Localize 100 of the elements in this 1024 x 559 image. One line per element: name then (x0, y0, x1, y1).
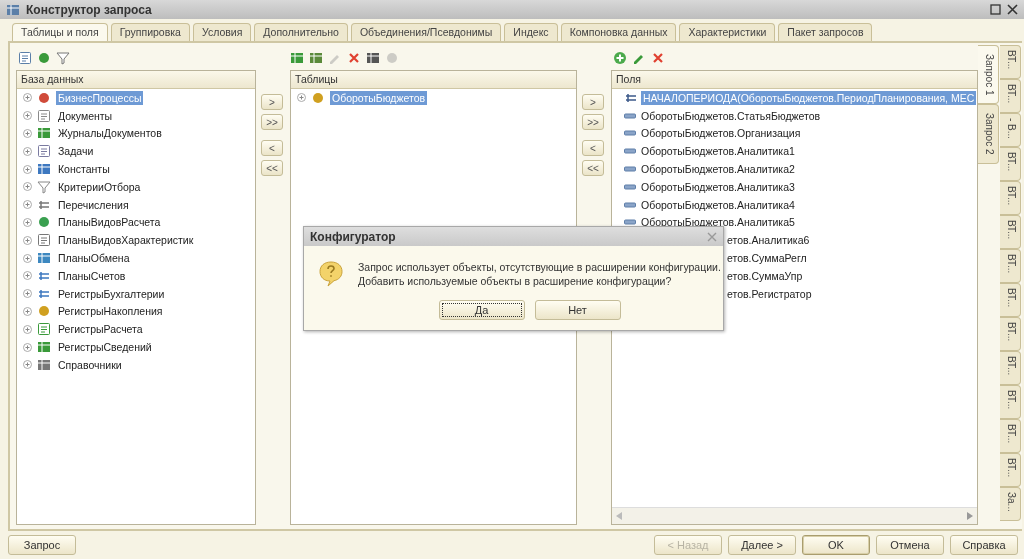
attribute-icon (624, 112, 636, 119)
move-button[interactable]: >> (261, 114, 283, 130)
field-item[interactable]: етов.СуммаРегл (725, 251, 809, 266)
attribute-icon (624, 130, 636, 137)
attribute-icon (624, 166, 636, 173)
field-item[interactable]: ОборотыБюджетов.Аналитика5 (639, 215, 797, 230)
field-item[interactable]: етов.Аналитика6 (725, 233, 812, 248)
tree-item[interactable]: КритерииОтбора (56, 179, 143, 194)
temp-table-tab[interactable]: ВТ... (1000, 79, 1021, 113)
field-item[interactable]: ОборотыБюджетов.Аналитика3 (639, 179, 797, 194)
temp-table-tab[interactable]: ВТ... (1000, 45, 1021, 79)
window-icon (6, 2, 20, 17)
expand-icon[interactable] (297, 93, 306, 103)
add-table-icon (290, 51, 304, 65)
move-button[interactable]: << (261, 160, 283, 176)
tree-item[interactable]: Документы (56, 108, 115, 123)
move-button[interactable]: >> (582, 114, 604, 130)
expand-icon[interactable] (23, 271, 32, 281)
field-item[interactable]: ОборотыБюджетов.Аналитика2 (639, 162, 797, 177)
field-item[interactable]: ОборотыБюджетов.Аналитика4 (639, 197, 797, 212)
expand-icon[interactable] (23, 253, 32, 263)
expand-icon[interactable] (23, 182, 32, 192)
tree-item[interactable]: Задачи (56, 144, 96, 159)
column-header: Поля (612, 71, 977, 89)
field-item[interactable]: етов.СуммаУпр (725, 268, 805, 283)
move-button[interactable]: < (582, 140, 604, 156)
column-header: База данных (17, 71, 255, 89)
expand-icon[interactable] (23, 235, 32, 245)
move-button[interactable]: > (582, 94, 604, 110)
attribute-icon (624, 183, 636, 190)
expand-icon[interactable] (23, 111, 32, 121)
temp-table-tab[interactable]: ВТ... (1000, 419, 1021, 453)
dialog-button[interactable]: Далее > (728, 535, 796, 555)
maximize-icon[interactable] (990, 4, 1001, 15)
temp-table-tab[interactable]: За... (1000, 487, 1021, 521)
temp-table-tab[interactable]: ВТ... (1000, 351, 1021, 385)
attribute-icon (624, 148, 636, 155)
query-tab[interactable]: Запрос 2 (978, 104, 999, 164)
tree-item[interactable]: РегистрыРасчета (56, 322, 145, 337)
dialog-title: Конфигуратор (310, 229, 397, 244)
tree-item[interactable]: Справочники (56, 357, 124, 372)
expand-icon[interactable] (23, 289, 32, 299)
document-icon (37, 108, 51, 123)
field-item[interactable]: ОборотыБюджетов.СтатьяБюджетов (639, 108, 823, 123)
tree-item[interactable]: ЖурналыДокументов (56, 126, 164, 141)
field-item[interactable]: ОборотыБюджетов.Организация (639, 126, 803, 141)
filter-icon (56, 51, 70, 65)
scroll-right-icon[interactable] (967, 512, 973, 520)
column-header: Таблицы (291, 71, 576, 89)
horizontal-scrollbar[interactable] (612, 507, 977, 524)
dialog-button[interactable]: OK (802, 535, 870, 555)
tree-item[interactable]: ПланыОбмена (56, 251, 132, 266)
tree-item[interactable]: ПланыВидовРасчета (56, 215, 163, 230)
attribute-icon (624, 201, 636, 208)
dialog-message: Запрос использует объекты, отсутствующие в расширении конфигурации. Добавить используемые объекты в расширение конфигурации? (358, 260, 721, 288)
dialog-button[interactable]: Нет (534, 300, 621, 320)
field-item[interactable]: ОборотыБюджетов.Аналитика1 (639, 144, 797, 159)
add-table-icon (309, 51, 323, 65)
expand-icon[interactable] (23, 217, 32, 227)
filter-icon (37, 179, 51, 194)
tree-item[interactable]: Перечисления (56, 197, 131, 212)
tree-item[interactable]: РегистрыБухгалтерии (56, 286, 167, 301)
temp-table-tab[interactable]: ВТ... (1000, 317, 1021, 351)
tree-item[interactable]: ПланыСчетов (56, 268, 128, 283)
question-icon (318, 260, 344, 288)
move-button[interactable]: < (261, 140, 283, 156)
expand-icon[interactable] (23, 146, 32, 156)
attribute-icon (624, 219, 636, 226)
temp-table-tab[interactable]: ВТ... (1000, 181, 1021, 215)
close-icon[interactable] (1007, 4, 1018, 15)
expand-icon[interactable] (23, 306, 32, 316)
query-tab[interactable]: Запрос 1 (978, 45, 999, 105)
delete-icon (347, 51, 361, 65)
expand-icon[interactable] (23, 129, 32, 138)
temp-table-tab[interactable]: ВТ... (1000, 385, 1021, 419)
expand-icon[interactable] (23, 360, 32, 370)
field-item[interactable]: етов.Регистратор (725, 286, 814, 301)
tree-item[interactable]: Константы (56, 162, 112, 177)
temp-table-tab[interactable]: ВТ... (1000, 215, 1021, 249)
temp-table-tab[interactable]: ВТ... (1000, 249, 1021, 283)
dialog-button[interactable]: Справка (950, 535, 1018, 555)
dialog-button[interactable]: Отмена (876, 535, 944, 555)
expand-icon[interactable] (23, 164, 32, 174)
tree-item[interactable]: РегистрыНакопления (56, 304, 165, 319)
expand-icon[interactable] (23, 200, 32, 210)
temp-table-tab[interactable]: - В... (1000, 113, 1021, 147)
grid-icon (37, 340, 51, 355)
temp-table-tab[interactable]: ВТ... (1000, 147, 1021, 181)
query-button[interactable]: Запрос (8, 535, 76, 555)
temp-table-tab[interactable]: ВТ... (1000, 283, 1021, 317)
dialog-button[interactable]: Да (438, 300, 525, 320)
window-title: Конструктор запроса (26, 2, 153, 17)
temp-table-tab[interactable]: ВТ... (1000, 453, 1021, 487)
expand-icon[interactable] (23, 324, 32, 334)
move-button[interactable]: > (261, 94, 283, 110)
tree-item[interactable]: ПланыВидовХарактеристик (56, 233, 196, 248)
expand-icon[interactable] (23, 93, 32, 103)
tree-item[interactable]: РегистрыСведений (56, 340, 154, 355)
move-button[interactable]: << (582, 160, 604, 176)
expand-icon[interactable] (23, 342, 32, 352)
